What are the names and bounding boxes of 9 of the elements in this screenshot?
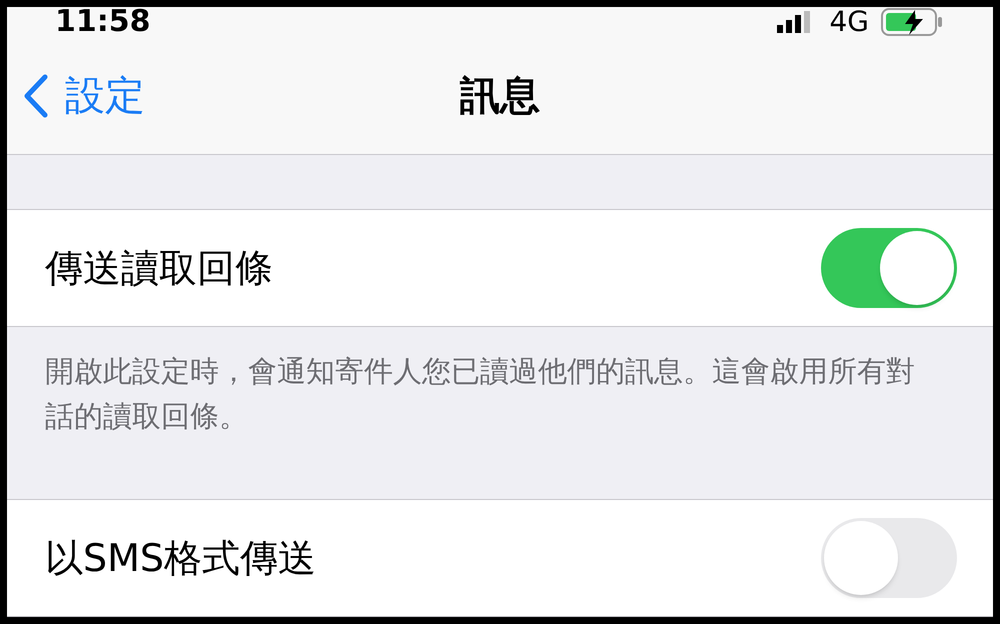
nav-title: 訊息 [460, 72, 540, 120]
status-time: 11:58 [55, 7, 150, 37]
battery-charging-icon [881, 8, 945, 36]
setting-description: 開啟此設定時，會通知寄件人您已讀過他們的訊息。這會啟用所有對話的讀取回條。 [45, 353, 916, 435]
chevron-left-icon [23, 74, 49, 118]
setting-label: 傳送讀取回條 [45, 244, 273, 292]
back-button[interactable]: 設定 [23, 66, 145, 126]
setting-label: 以SMS格式傳送 [45, 534, 316, 582]
network-label: 4G [829, 8, 869, 36]
